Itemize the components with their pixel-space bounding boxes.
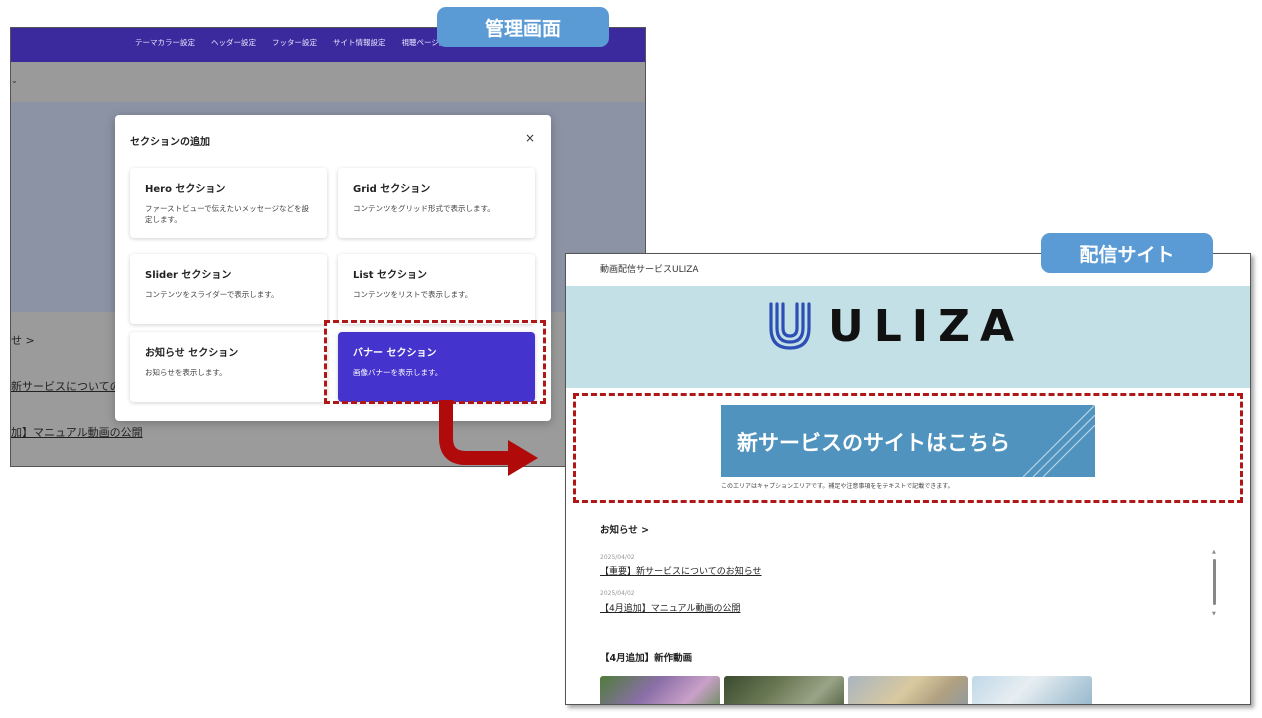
admin-callout: 管理画面 [437, 7, 609, 47]
card-title: お知らせ セクション [145, 348, 239, 359]
news-scrollbar[interactable]: ▲ ▼ [1211, 549, 1219, 619]
card-title: Slider セクション [145, 270, 232, 281]
red-arrow-icon [439, 400, 538, 476]
news-date: 2025/04/02 [600, 554, 635, 561]
behind-news-link-1: 新サービスについての [11, 380, 121, 393]
site-header-title[interactable]: 動画配信サービスULIZA [600, 262, 699, 275]
list-section-card[interactable]: List セクション コンテンツをリストで表示します。 [338, 254, 535, 324]
slider-section-card[interactable]: Slider セクション コンテンツをスライダーで表示します。 [130, 254, 327, 324]
scroll-thumb[interactable] [1213, 559, 1216, 605]
uliza-logo-text: ULIZA [828, 300, 1025, 352]
close-icon[interactable]: × [525, 131, 535, 145]
admin-toolbar: ⌄ [11, 62, 645, 102]
card-title: Grid セクション [353, 184, 431, 195]
chevron-down-icon[interactable]: ⌄ [11, 76, 18, 85]
card-desc: お知らせを表示します。 [145, 368, 227, 377]
behind-news-link-2: 加】マニュアル動画の公開 [11, 426, 143, 439]
site-hero: ULIZA [566, 286, 1250, 388]
news-date: 2025/04/02 [600, 590, 635, 597]
uliza-logo-icon [769, 302, 811, 350]
news-heading[interactable]: お知らせ > [600, 522, 649, 536]
uliza-logo: ULIZA [766, 298, 1024, 354]
grid-section-card[interactable]: Grid セクション コンテンツをグリッド形式で表示します。 [338, 168, 535, 238]
scroll-up-icon[interactable]: ▲ [1212, 549, 1216, 555]
card-desc: ファーストビューで伝えたいメッセージなどを設定します。 [145, 204, 310, 225]
news-section-card[interactable]: お知らせ セクション お知らせを表示します。 [130, 332, 327, 402]
behind-news-label: せ > [11, 334, 35, 347]
video-thumbnail[interactable] [972, 676, 1092, 704]
card-desc: コンテンツをリストで表示します。 [353, 290, 473, 299]
news-link[interactable]: 【重要】新サービスについてのお知らせ [600, 564, 762, 577]
site-callout: 配信サイト [1041, 233, 1213, 273]
card-desc: コンテンツをスライダーで表示します。 [145, 290, 279, 299]
site-banner-highlight [573, 393, 1243, 503]
news-link[interactable]: 【4月追加】マニュアル動画の公開 [600, 601, 740, 614]
video-thumbnail[interactable] [848, 676, 968, 704]
card-title: Hero セクション [145, 184, 226, 195]
hero-section-card[interactable]: Hero セクション ファーストビューで伝えたいメッセージなどを設定します。 [130, 168, 327, 238]
card-desc: コンテンツをグリッド形式で表示します。 [353, 204, 495, 213]
new-videos-heading: 【4月追加】新作動画 [600, 653, 693, 664]
nav-header-settings[interactable]: ヘッダー設定 [211, 37, 256, 48]
modal-title: セクションの追加 [130, 137, 210, 148]
nav-theme-color[interactable]: テーマカラー設定 [135, 37, 195, 48]
video-thumbnail[interactable] [600, 676, 720, 704]
nav-site-info[interactable]: サイト情報設定 [333, 37, 386, 48]
card-title: List セクション [353, 270, 428, 281]
banner-card-highlight [324, 320, 546, 404]
video-thumbnails [600, 676, 1092, 704]
nav-footer-settings[interactable]: フッター設定 [272, 37, 317, 48]
scroll-down-icon[interactable]: ▼ [1212, 611, 1216, 617]
video-thumbnail[interactable] [724, 676, 844, 704]
